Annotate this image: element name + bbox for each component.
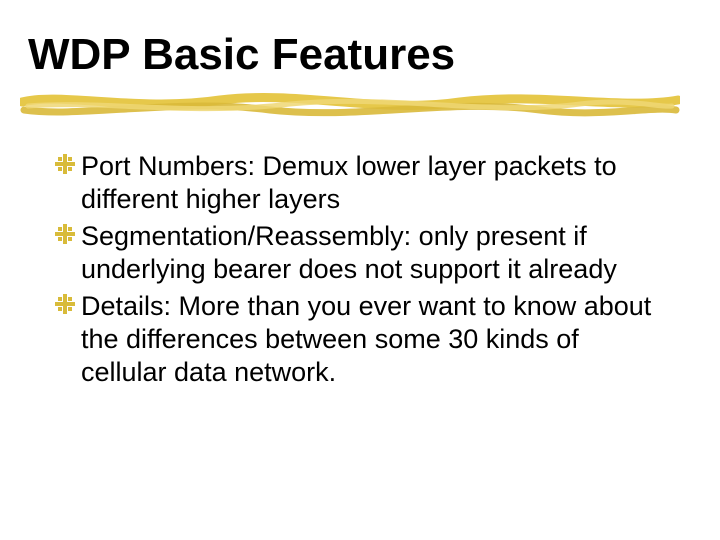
ornament-bullet-icon bbox=[55, 154, 75, 174]
list-item-text: Details: More than you ever want to know… bbox=[81, 291, 651, 387]
list-item-text: Segmentation/Reassembly: only present if… bbox=[81, 221, 617, 284]
ornament-bullet-icon bbox=[55, 224, 75, 244]
list-item: Details: More than you ever want to know… bbox=[55, 290, 665, 389]
list-item: Segmentation/Reassembly: only present if… bbox=[55, 220, 665, 286]
ornament-bullet-icon bbox=[55, 294, 75, 314]
slide-title: WDP Basic Features bbox=[28, 32, 455, 78]
bullet-list: Port Numbers: Demux lower layer packets … bbox=[55, 150, 665, 393]
slide: WDP Basic Features Port Numbers: Demux l… bbox=[0, 0, 720, 540]
list-item-text: Port Numbers: Demux lower layer packets … bbox=[81, 151, 617, 214]
title-underline bbox=[20, 86, 680, 122]
list-item: Port Numbers: Demux lower layer packets … bbox=[55, 150, 665, 216]
